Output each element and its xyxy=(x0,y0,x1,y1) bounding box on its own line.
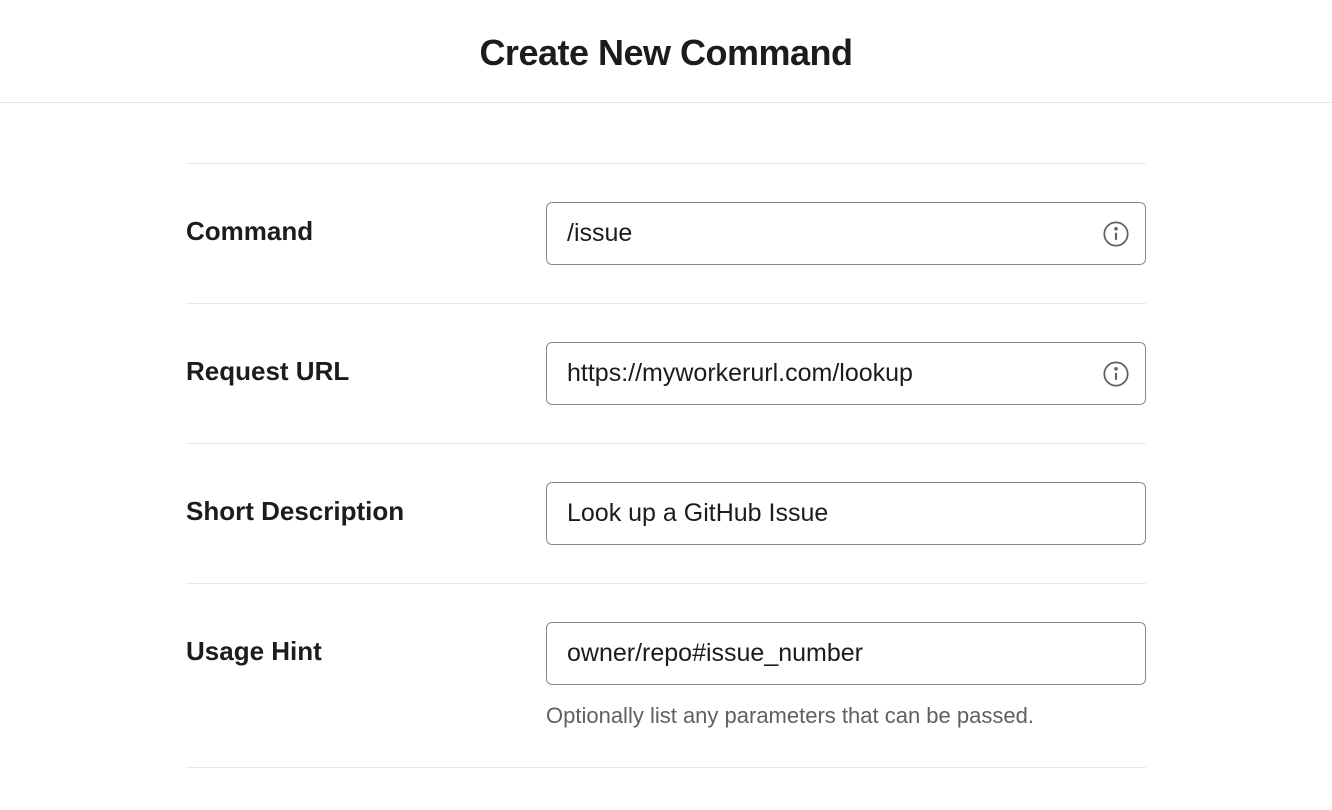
usage-hint-input[interactable] xyxy=(546,622,1146,685)
form-row-usage-hint: Usage Hint Optionally list any parameter… xyxy=(186,584,1146,768)
request-url-input[interactable] xyxy=(546,342,1146,405)
short-description-input-wrapper xyxy=(546,482,1146,545)
short-description-label: Short Description xyxy=(186,482,546,527)
info-icon[interactable] xyxy=(1102,220,1130,248)
command-input-wrapper xyxy=(546,202,1146,265)
page-title: Create New Command xyxy=(0,32,1332,74)
page-header: Create New Command xyxy=(0,0,1332,103)
command-label: Command xyxy=(186,202,546,247)
info-icon[interactable] xyxy=(1102,360,1130,388)
request-url-label: Request URL xyxy=(186,342,546,387)
form-row-command: Command xyxy=(186,163,1146,304)
short-description-input[interactable] xyxy=(546,482,1146,545)
request-url-input-wrapper xyxy=(546,342,1146,405)
form-row-short-description: Short Description xyxy=(186,444,1146,584)
usage-hint-help-text: Optionally list any parameters that can … xyxy=(546,703,1146,729)
form-row-request-url: Request URL xyxy=(186,304,1146,444)
usage-hint-input-wrapper: Optionally list any parameters that can … xyxy=(546,622,1146,729)
usage-hint-label: Usage Hint xyxy=(186,622,546,667)
form-container: Command Request URL xyxy=(166,163,1166,768)
command-input[interactable] xyxy=(546,202,1146,265)
